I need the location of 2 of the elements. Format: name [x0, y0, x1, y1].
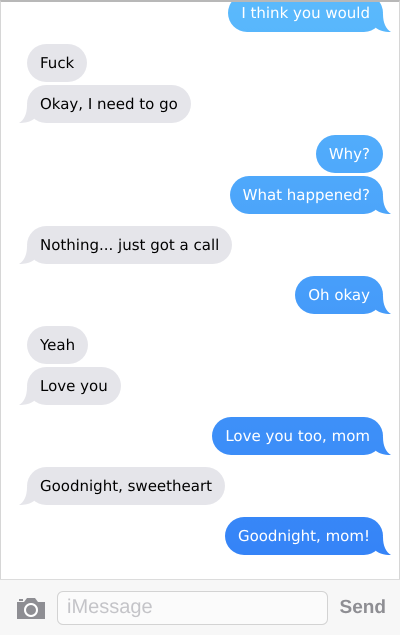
camera-icon[interactable]	[15, 596, 47, 620]
send-button[interactable]: Send	[338, 594, 388, 620]
